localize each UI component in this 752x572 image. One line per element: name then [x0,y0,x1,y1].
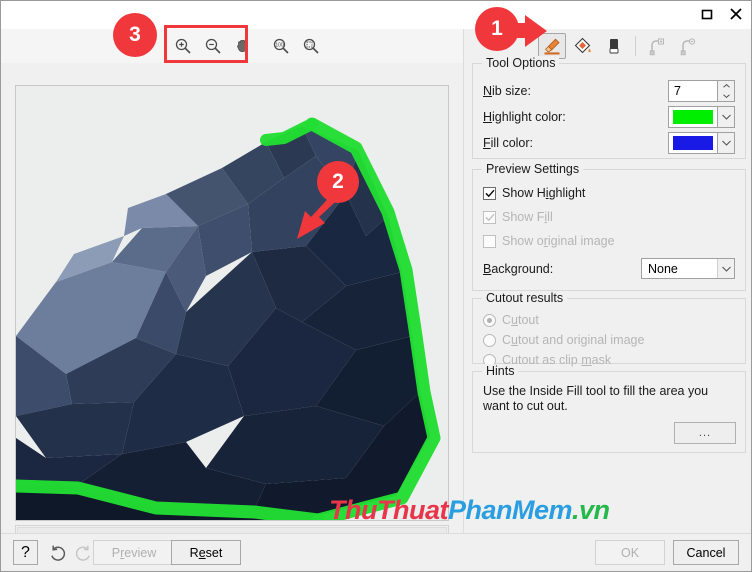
nib-size-spinner[interactable]: 7 [668,80,735,102]
hints-group: Hints Use the Inside Fill tool to fill t… [472,364,746,453]
cutout-radio-circle [483,313,496,327]
show-fill-label: Show Fill [502,210,553,224]
dialog-button-bar: ? Pr eview Re set OK Cancel [1,533,751,571]
show-original-image-checkbox: Show original image [483,232,615,250]
maximize-icon[interactable] [691,1,721,27]
add-node-tool-icon [643,33,671,59]
preview-button: Pr eview [93,540,175,565]
image-canvas[interactable] [15,85,449,521]
cutout-radio-label: Cutout [502,313,539,327]
background-value: None [648,261,678,276]
cutout-results-title: Cutout results [482,291,568,305]
background-select[interactable]: None [641,258,735,279]
annotation-rect-toolbar [164,25,248,63]
canvas-pane: 100 [1,29,463,538]
watermark-part1: ThuThuat [329,495,448,525]
tool-strip-divider [635,36,636,56]
background-label: Background: [483,262,554,276]
highlight-color-picker[interactable] [668,106,735,128]
tool-options-group: Tool Options Nib size: 7 Highlight color… [472,56,746,159]
preview-settings-group: Preview Settings Show Highlight Show Fil… [472,162,746,291]
fill-color-label: Fill color: [483,136,534,150]
highlight-color-dropdown-icon[interactable] [718,106,735,128]
show-highlight-label: Show Highlight [502,186,586,200]
show-fill-checkbox: Show Fill [483,208,553,226]
annotation-badge-2: 2 [317,161,359,203]
reset-button[interactable]: Re set [171,540,241,565]
watermark-part2: PhanMem [447,495,573,525]
cutout-results-group: Cutout results Cutout Cutout and origina… [472,291,746,367]
hints-title: Hints [482,364,519,378]
annotation-badge-1: 1 [475,7,519,51]
close-icon[interactable] [721,1,751,27]
wolf-illustration [16,86,448,520]
spin-down-icon[interactable] [718,91,734,101]
cutout-and-original-radio-circle [483,333,496,347]
nib-size-label: Nib size: [483,84,531,98]
cancel-button[interactable]: Cancel [673,540,739,565]
highlight-color-swatch-box[interactable] [668,106,718,128]
zoom-100-icon[interactable]: 100 [267,33,295,59]
spin-up-icon[interactable] [718,81,734,91]
cutout-radio: Cutout [483,311,539,329]
svg-text:100: 100 [275,43,284,49]
hints-text: Use the Inside Fill tool to fill the are… [483,384,709,413]
tool-panel: Tool Options Nib size: 7 Highlight color… [463,29,751,533]
background-combo[interactable]: None [641,258,735,279]
watermark-part3: .vn [572,495,610,525]
cutout-and-original-radio-label: Cutout and original image [502,333,645,347]
fill-color-dropdown-icon[interactable] [718,132,735,154]
highlight-color-swatch [673,110,713,124]
hints-more-button[interactable]: ... [674,422,736,444]
undo-icon[interactable] [45,540,70,565]
remove-node-tool-icon [674,33,702,59]
nib-size-spin-buttons[interactable] [718,80,735,102]
highlight-color-label: Highlight color: [483,110,566,124]
show-highlight-checkbox-box[interactable] [483,186,496,200]
show-fill-checkbox-box [483,210,496,224]
tool-options-title: Tool Options [482,56,560,70]
ok-button: OK [595,540,665,565]
title-bar [1,1,751,29]
inside-fill-tool-icon[interactable] [569,33,597,59]
fill-color-swatch-box[interactable] [668,132,718,154]
show-original-image-label: Show original image [502,234,615,248]
cutout-and-original-radio: Cutout and original image [483,331,644,349]
annotation-badge-3: 3 [113,13,157,57]
fill-color-picker[interactable] [668,132,735,154]
cutout-dialog: 100 Tool Options Nib size: 7 Highlight c… [0,0,752,572]
fill-color-swatch [673,136,713,150]
help-button[interactable]: ? [13,540,38,565]
preview-settings-title: Preview Settings [482,162,584,176]
chevron-down-icon[interactable] [717,259,734,278]
watermark: ThuThuatPhanMem.vn [329,495,610,526]
zoom-fit-icon[interactable] [297,33,325,59]
eraser-tool-icon[interactable] [600,33,628,59]
show-highlight-checkbox[interactable]: Show Highlight [483,184,585,202]
nib-size-input[interactable]: 7 [668,80,718,102]
show-original-image-checkbox-box [483,234,496,248]
